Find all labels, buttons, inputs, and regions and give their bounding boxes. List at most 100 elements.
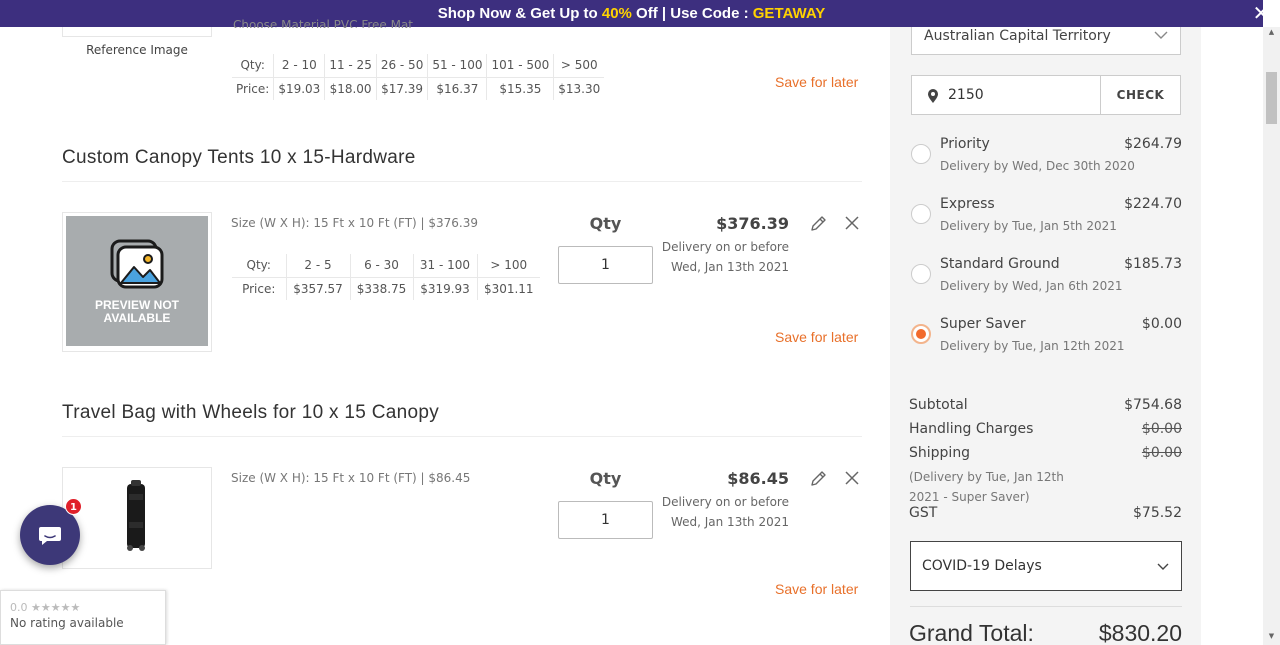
state-select[interactable]: Australian Capital Territory bbox=[911, 27, 1181, 55]
reference-image-caption: Reference Image bbox=[86, 43, 188, 57]
rating-text: No rating available bbox=[10, 616, 124, 630]
promo-middle: Off | Use Code : bbox=[631, 5, 753, 22]
scrollbar-thumb[interactable] bbox=[1266, 72, 1277, 124]
product-title[interactable]: Travel Bag with Wheels for 10 x 15 Canop… bbox=[62, 402, 439, 424]
chat-notification-badge: 1 bbox=[65, 498, 82, 515]
shipping-option[interactable]: Express $224.70 Delivery by Tue, Jan 5th… bbox=[910, 196, 1182, 251]
item-price: $86.45 bbox=[727, 469, 789, 488]
tier-price: $18.00 bbox=[324, 77, 377, 100]
grand-total-value: $830.20 bbox=[1098, 620, 1182, 645]
product-image[interactable]: PREVIEW NOT AVAILABLE bbox=[62, 212, 212, 352]
remove-icon[interactable] bbox=[842, 213, 862, 233]
tier-qty: 2 - 10 bbox=[273, 54, 325, 78]
save-for-later-link[interactable]: Save for later bbox=[775, 329, 858, 345]
close-icon[interactable]: ✕ bbox=[1250, 2, 1272, 24]
rating-stars: 0.0 ★★★★★ bbox=[10, 601, 156, 614]
tier-price-label: Price: bbox=[236, 81, 270, 96]
shipping-radio-selected[interactable] bbox=[911, 324, 931, 344]
promo-prefix: Shop Now & Get Up to bbox=[437, 5, 602, 22]
divider bbox=[62, 181, 862, 182]
quantity-input[interactable]: 1 bbox=[558, 501, 653, 539]
save-for-later-link[interactable]: Save for later bbox=[775, 581, 858, 597]
shipping-option-delivery: Delivery by Tue, Jan 5th 2021 bbox=[940, 219, 1117, 233]
promo-banner: Shop Now & Get Up to 40% Off | Use Code … bbox=[0, 0, 1263, 27]
handling-value: $0.00 bbox=[1141, 421, 1182, 437]
delivery-estimate: Delivery on or before Wed, Jan 13th 2021 bbox=[649, 492, 789, 532]
shipping-option-name: Super Saver bbox=[940, 316, 1026, 332]
tier-price: $338.75 bbox=[349, 277, 413, 300]
item-option-text: Choose Material PVC Free Mat bbox=[233, 18, 414, 28]
shipping-option-delivery: Delivery by Wed, Dec 30th 2020 bbox=[940, 159, 1135, 173]
promo-discount: 40% bbox=[601, 5, 632, 22]
product-title[interactable]: Custom Canopy Tents 10 x 15-Hardware bbox=[62, 147, 416, 169]
tier-price: $13.30 bbox=[553, 77, 605, 100]
product-image[interactable] bbox=[62, 467, 212, 569]
qty-label: Qty bbox=[589, 214, 622, 233]
save-for-later-link[interactable]: Save for later bbox=[775, 74, 858, 90]
delivery-estimate: Delivery on or before Wed, Jan 13th 2021 bbox=[649, 237, 789, 277]
price-tier-table: Qty: 2 - 5 6 - 30 31 - 100 > 100 Price: … bbox=[232, 254, 540, 300]
tier-price: $17.39 bbox=[375, 77, 428, 100]
tier-qty: 51 - 100 bbox=[427, 54, 487, 78]
tier-qty: 2 - 5 bbox=[285, 254, 350, 278]
shipping-option-delivery: Delivery by Tue, Jan 12th 2021 bbox=[940, 339, 1125, 353]
shipping-radio[interactable] bbox=[911, 144, 931, 164]
state-select-value: Australian Capital Territory bbox=[924, 28, 1111, 44]
image-icon bbox=[110, 239, 164, 289]
shipping-option-delivery: Delivery by Wed, Jan 6th 2021 bbox=[940, 279, 1123, 293]
scroll-down-arrow[interactable]: ▼ bbox=[1266, 632, 1277, 642]
qty-label: Qty bbox=[589, 469, 622, 488]
covid-delays-dropdown[interactable]: COVID-19 Delays bbox=[910, 541, 1182, 591]
scroll-up-arrow[interactable]: ▲ bbox=[1266, 28, 1277, 38]
shipping-option-name: Priority bbox=[940, 136, 990, 152]
chat-icon bbox=[39, 527, 61, 545]
grand-total-row: Grand Total: $830.20 bbox=[909, 620, 1182, 645]
rating-widget[interactable]: 0.0 ★★★★★ No rating available bbox=[0, 590, 166, 645]
quantity-input[interactable]: 1 bbox=[558, 246, 653, 284]
tier-price: $301.11 bbox=[476, 277, 540, 300]
zip-input[interactable]: 2150 bbox=[912, 76, 1100, 114]
check-button[interactable]: CHECK bbox=[1100, 76, 1180, 114]
shipping-option[interactable]: Standard Ground $185.73 Delivery by Wed,… bbox=[910, 256, 1182, 311]
tier-price: $15.35 bbox=[486, 77, 554, 100]
shipping-radio[interactable] bbox=[911, 264, 931, 284]
shipping-option[interactable]: Super Saver $0.00 Delivery by Tue, Jan 1… bbox=[910, 316, 1182, 371]
tier-qty: 31 - 100 bbox=[412, 254, 477, 278]
chevron-down-icon bbox=[1157, 563, 1169, 570]
reference-image bbox=[62, 27, 212, 37]
edit-icon[interactable] bbox=[809, 213, 829, 233]
handling-row: Handling Charges $0.00 bbox=[909, 421, 1182, 441]
gst-label: GST bbox=[909, 505, 938, 521]
tier-qty: 26 - 50 bbox=[375, 54, 428, 78]
delivery-date: Wed, Jan 13th 2021 bbox=[670, 515, 789, 529]
subtotal-row: Subtotal $754.68 bbox=[909, 397, 1182, 417]
tier-qty: > 100 bbox=[476, 254, 540, 278]
tier-qty-label: Qty: bbox=[232, 54, 274, 78]
promo-code: GETAWAY bbox=[752, 5, 826, 22]
shipping-option-name: Standard Ground bbox=[940, 256, 1060, 272]
shipping-option-name: Express bbox=[940, 196, 995, 212]
shipping-option-price: $0.00 bbox=[1141, 316, 1182, 332]
shipping-option-price: $224.70 bbox=[1124, 196, 1182, 212]
shipping-radio[interactable] bbox=[911, 204, 931, 224]
tier-price: $16.37 bbox=[427, 77, 487, 100]
star-icons: ★★★★★ bbox=[31, 601, 81, 614]
shipping-label: Shipping bbox=[909, 445, 971, 461]
delivery-date: Wed, Jan 13th 2021 bbox=[670, 260, 789, 274]
shipping-option-price: $185.73 bbox=[1124, 256, 1182, 272]
covid-delays-label: COVID-19 Delays bbox=[922, 558, 1042, 574]
edit-icon[interactable] bbox=[809, 468, 829, 488]
item-price: $376.39 bbox=[716, 214, 789, 233]
shipping-row: Shipping $0.00 bbox=[909, 445, 1182, 465]
subtotal-value: $754.68 bbox=[1124, 397, 1182, 413]
tier-qty: 6 - 30 bbox=[349, 254, 413, 278]
zip-check: 2150 CHECK bbox=[911, 75, 1181, 115]
travel-bag-image bbox=[127, 480, 145, 551]
gst-row: GST $75.52 bbox=[909, 505, 1182, 525]
tier-price-label: Price: bbox=[242, 281, 276, 296]
remove-icon[interactable] bbox=[842, 468, 862, 488]
shipping-note: (Delivery by Tue, Jan 12th 2021 - Super … bbox=[909, 470, 1064, 504]
rating-score: 0.0 bbox=[10, 601, 28, 614]
shipping-option[interactable]: Priority $264.79 Delivery by Wed, Dec 30… bbox=[910, 136, 1182, 191]
tier-qty-label: Qty: bbox=[232, 254, 286, 278]
